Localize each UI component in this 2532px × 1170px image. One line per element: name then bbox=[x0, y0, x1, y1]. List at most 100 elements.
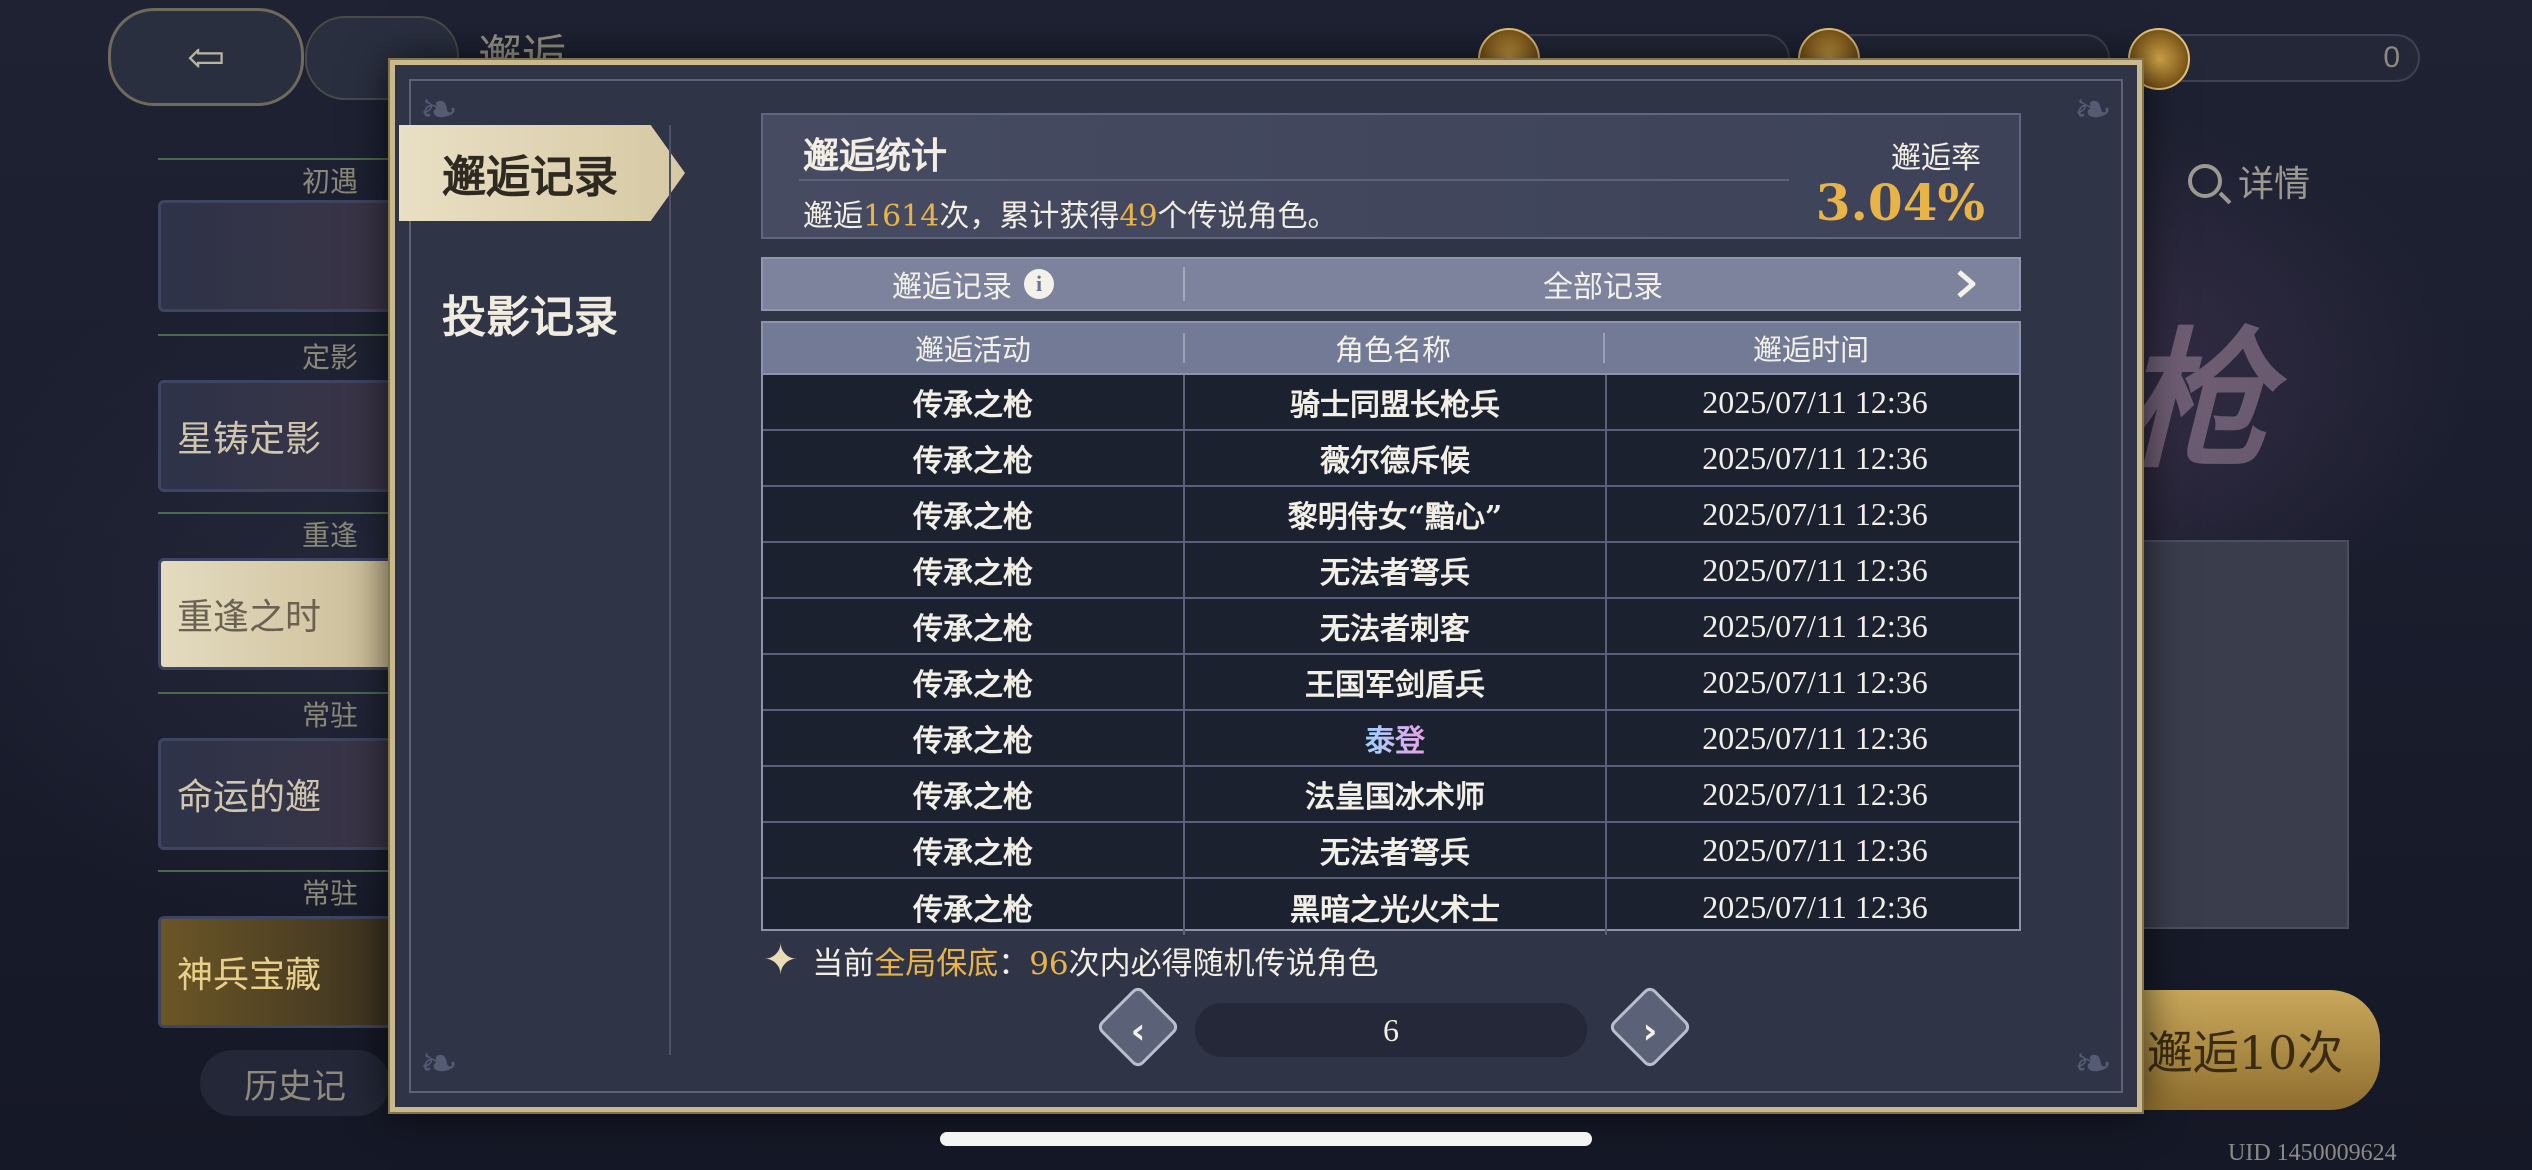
cell-time: 2025/07/11 12:36 bbox=[1605, 487, 2023, 541]
pull-count: 1614 bbox=[863, 199, 940, 234]
cell-time: 2025/07/11 12:36 bbox=[1605, 431, 2023, 485]
detail-label: 详情 bbox=[2238, 164, 2311, 205]
cell-activity: 传承之枪 bbox=[913, 556, 1033, 591]
rate-label: 邂逅率 bbox=[1891, 141, 1981, 176]
record-type-label: 邂逅记录 i bbox=[763, 259, 1183, 309]
banner-card[interactable]: 命运的邂 bbox=[158, 738, 398, 850]
stats-desc-mid: 次，累计获得 bbox=[939, 199, 1120, 234]
cell-activity: 传承之枪 bbox=[913, 836, 1033, 871]
tab-projection-records[interactable]: 投影记录 bbox=[399, 265, 685, 361]
chevron-right-icon: › bbox=[1642, 1010, 1658, 1052]
table-row: 传承之枪 黎明侍女“黯心” 2025/07/11 12:36 bbox=[763, 487, 2019, 543]
filter-selected-value: 全部记录 bbox=[1543, 270, 1663, 305]
table-row: 传承之枪 无法者弩兵 2025/07/11 12:36 bbox=[763, 823, 2019, 879]
cell-activity: 传承之枪 bbox=[913, 444, 1033, 479]
record-filter-dropdown[interactable]: 全部记录 bbox=[1185, 259, 2021, 309]
cell-activity: 传承之枪 bbox=[913, 724, 1033, 759]
user-id: UID 1450009624 bbox=[2228, 1140, 2397, 1166]
rate-value: 3.04% bbox=[1815, 173, 1985, 232]
pity-notice: ✦ 当前全局保底：96次内必得随机传说角色 bbox=[763, 937, 1379, 983]
pity-highlight: 全局保底 bbox=[874, 945, 999, 982]
cell-activity: 传承之枪 bbox=[913, 388, 1033, 423]
tab-divider bbox=[669, 125, 671, 1055]
resource-counter-3[interactable]: 0 bbox=[2128, 28, 2420, 90]
corner-ornament-icon: ❧ bbox=[2073, 1036, 2113, 1090]
sparkle-icon: ✦ bbox=[763, 935, 799, 984]
stats-title: 邂逅统计 bbox=[803, 135, 948, 177]
cell-character: 黎明侍女“黯心” bbox=[1183, 487, 1605, 541]
banner-tag: 常驻 bbox=[158, 692, 398, 732]
tab-encounter-records[interactable]: 邂逅记录 bbox=[399, 125, 685, 221]
cell-character: 无法者弩兵 bbox=[1183, 543, 1605, 597]
cell-character: 无法者刺客 bbox=[1183, 599, 1605, 653]
table-row: 传承之枪 法皇国冰术师 2025/07/11 12:36 bbox=[763, 767, 2019, 823]
table-header: 邂逅活动 角色名称 邂逅时间 bbox=[763, 323, 2019, 375]
chevron-right-icon bbox=[1957, 270, 1976, 298]
history-button[interactable]: 历史记 bbox=[200, 1050, 390, 1116]
cell-time: 2025/07/11 12:36 bbox=[1605, 655, 2023, 709]
banner-preview-panel bbox=[2140, 540, 2349, 929]
cell-activity: 传承之枪 bbox=[913, 893, 1033, 928]
table-row: 传承之枪 王国军剑盾兵 2025/07/11 12:36 bbox=[763, 655, 2019, 711]
cell-time: 2025/07/11 12:36 bbox=[1605, 599, 2023, 653]
corner-ornament-icon: ❧ bbox=[419, 1036, 459, 1090]
cell-activity: 传承之枪 bbox=[913, 500, 1033, 535]
cell-time: 2025/07/11 12:36 bbox=[1605, 375, 2023, 429]
cell-activity: 传承之枪 bbox=[913, 780, 1033, 815]
column-header: 邂逅活动 bbox=[914, 333, 1031, 367]
banner-art-text: 枪 bbox=[2120, 313, 2271, 489]
home-indicator[interactable] bbox=[940, 1132, 1592, 1146]
cell-time: 2025/07/11 12:36 bbox=[1605, 543, 2023, 597]
stats-desc-suffix: 个传说角色。 bbox=[1157, 199, 1338, 234]
filter-bar: 邂逅记录 i 全部记录 bbox=[761, 257, 2021, 311]
corner-ornament-icon: ❧ bbox=[2073, 82, 2113, 136]
magnifier-icon bbox=[2188, 164, 2222, 198]
cell-time: 2025/07/11 12:36 bbox=[1605, 711, 2023, 765]
stats-desc-prefix: 邂逅 bbox=[803, 199, 863, 234]
banner-card[interactable]: 神兵宝藏 bbox=[158, 916, 398, 1028]
cell-character: 法皇国冰术师 bbox=[1183, 767, 1605, 821]
back-arrow-icon: ⇦ bbox=[186, 30, 226, 84]
table-row: 传承之枪 黑暗之光火术士 2025/07/11 12:36 bbox=[763, 879, 2019, 935]
cell-activity: 传承之枪 bbox=[913, 612, 1033, 647]
info-icon[interactable]: i bbox=[1024, 269, 1054, 299]
banner-tag: 常驻 bbox=[158, 870, 398, 910]
stats-description: 邂逅1614次，累计获得49个传说角色。 bbox=[803, 191, 1338, 235]
cell-time: 2025/07/11 12:36 bbox=[1605, 823, 2023, 877]
banner-card[interactable] bbox=[158, 200, 398, 312]
table-row: 传承之枪 薇尔德斥候 2025/07/11 12:36 bbox=[763, 431, 2019, 487]
table-row: 传承之枪 无法者刺客 2025/07/11 12:36 bbox=[763, 599, 2019, 655]
record-dialog: ❧ ❧ ❧ ❧ 邂逅记录 投影记录 邂逅统计 邂逅1614次，累计获得49个传说… bbox=[390, 60, 2142, 1112]
cell-time: 2025/07/11 12:36 bbox=[1605, 767, 2023, 821]
cell-time: 2025/07/11 12:36 bbox=[1605, 879, 2023, 935]
legendary-name: 泰登 bbox=[1365, 716, 1425, 760]
cell-activity: 传承之枪 bbox=[913, 668, 1033, 703]
chevron-left-icon: ‹ bbox=[1130, 1010, 1146, 1052]
records-table: 邂逅活动 角色名称 邂逅时间 传承之枪 骑士同盟长枪兵 2025/07/11 1… bbox=[761, 321, 2021, 935]
stats-panel: 邂逅统计 邂逅1614次，累计获得49个传说角色。 邂逅率 3.04% bbox=[761, 113, 2021, 239]
detail-link[interactable]: 详情 bbox=[2188, 155, 2310, 207]
cell-character-legendary: 泰登 bbox=[1183, 711, 1605, 765]
pity-colon: ： bbox=[998, 945, 1030, 982]
back-button[interactable]: ⇦ bbox=[108, 8, 304, 106]
pull-ten-button[interactable]: 邂逅10次 bbox=[2110, 990, 2380, 1110]
pity-suffix: 次内必得随机传说角色 bbox=[1068, 945, 1379, 982]
banner-card[interactable]: 星铸定影 bbox=[158, 380, 398, 492]
column-header: 角色名称 bbox=[1183, 323, 1603, 373]
banner-card[interactable]: 重逢之时 bbox=[158, 558, 398, 670]
page-number: 6 bbox=[1195, 1003, 1587, 1057]
pity-prefix: 当前 bbox=[812, 945, 875, 982]
banner-tag: 初遇 bbox=[158, 158, 398, 198]
pity-count: 96 bbox=[1029, 945, 1069, 982]
divider bbox=[799, 179, 1789, 181]
filter-left-label: 邂逅记录 bbox=[892, 270, 1012, 305]
cell-character: 薇尔德斥候 bbox=[1183, 431, 1605, 485]
cell-character: 骑士同盟长枪兵 bbox=[1183, 375, 1605, 429]
banner-tag: 重逢 bbox=[158, 512, 398, 552]
table-row: 传承之枪 泰登 2025/07/11 12:36 bbox=[763, 711, 2019, 767]
column-header: 邂逅时间 bbox=[1603, 323, 2019, 373]
table-row: 传承之枪 骑士同盟长枪兵 2025/07/11 12:36 bbox=[763, 375, 2019, 431]
banner-tag: 定影 bbox=[158, 334, 398, 374]
table-row: 传承之枪 无法者弩兵 2025/07/11 12:36 bbox=[763, 543, 2019, 599]
legend-count: 49 bbox=[1119, 199, 1158, 234]
